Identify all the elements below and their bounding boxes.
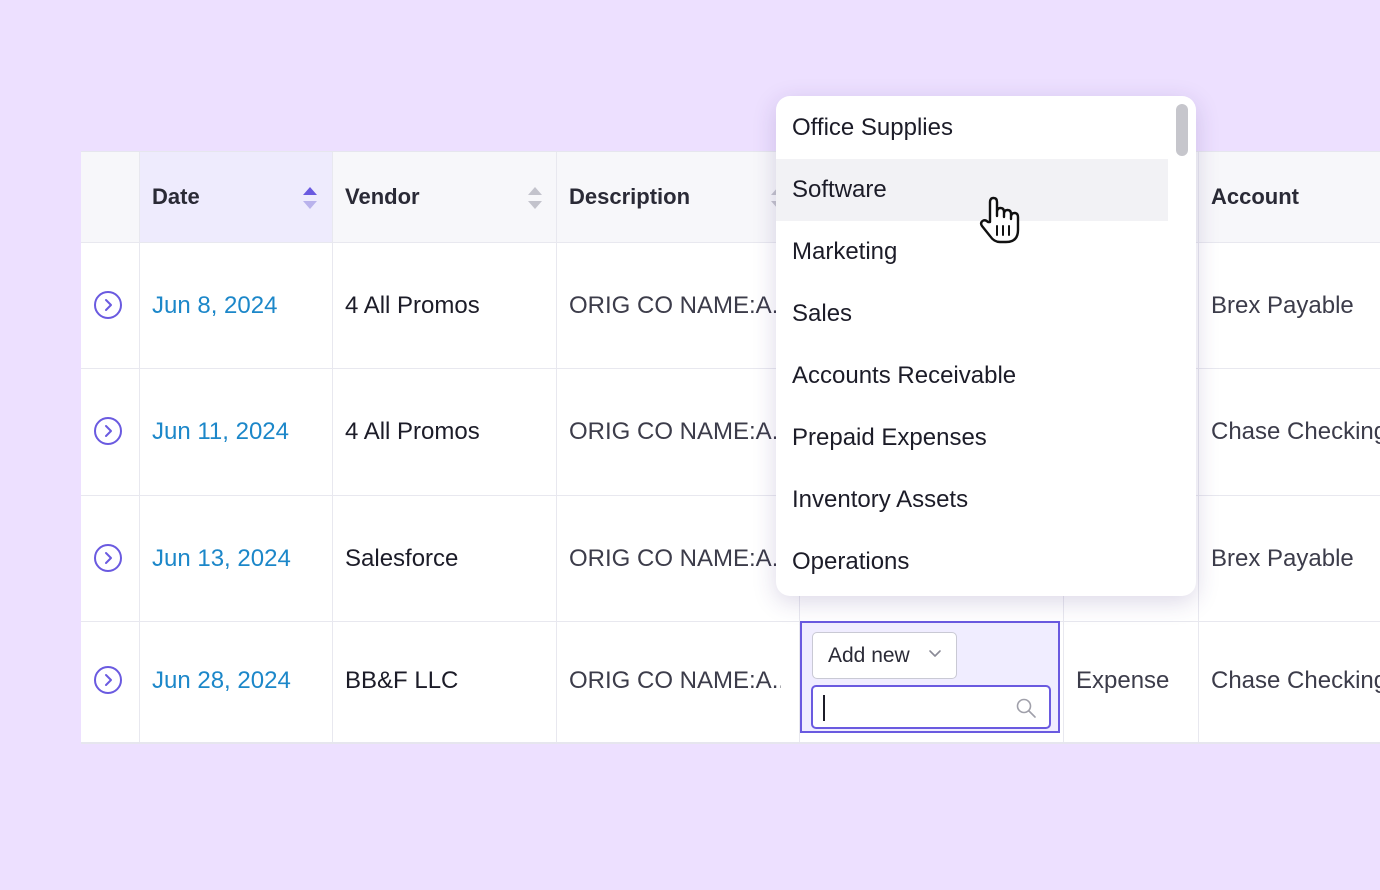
- row-date[interactable]: Jun 8, 2024: [152, 286, 277, 326]
- description-header-label: Description: [569, 184, 691, 209]
- row-description: ORIG CO NAME:A...: [569, 418, 781, 445]
- dropdown-pointer: [856, 595, 904, 617]
- category-dropdown[interactable]: Office Supplies Software Marketing Sales…: [776, 96, 1196, 596]
- row-description: ORIG CO NAME:A...: [569, 667, 781, 694]
- row-account[interactable]: Brex Payable: [1211, 286, 1380, 326]
- dropdown-option[interactable]: Sales: [776, 283, 1168, 345]
- category-search-input[interactable]: [821, 693, 1005, 723]
- row-type: Expense: [1076, 667, 1170, 694]
- vendor-column-header[interactable]: Vendor: [345, 152, 420, 242]
- row-account[interactable]: Brex Payable: [1211, 539, 1380, 579]
- account-column-header[interactable]: Account: [1211, 152, 1299, 242]
- row-account[interactable]: Chase Checking: [1211, 412, 1380, 452]
- dropdown-option[interactable]: Accounts Receivable: [776, 345, 1168, 407]
- row-date[interactable]: Jun 11, 2024: [152, 412, 289, 452]
- description-column-header[interactable]: Description: [569, 152, 690, 242]
- row-date[interactable]: Jun 13, 2024: [152, 539, 291, 579]
- add-new-label: Add new: [828, 643, 910, 667]
- row-date[interactable]: Jun 28, 2024: [152, 661, 291, 701]
- dropdown-option[interactable]: Operations: [776, 531, 1168, 593]
- add-new-button[interactable]: Add new: [812, 632, 957, 679]
- category-search-field[interactable]: [811, 685, 1051, 729]
- dropdown-option[interactable]: Office Supplies: [776, 97, 1168, 159]
- dropdown-scrollbar[interactable]: [1176, 104, 1188, 156]
- expand-row-icon[interactable]: [94, 544, 122, 572]
- chevron-down-icon: [929, 650, 941, 657]
- account-header-label: Account: [1211, 184, 1299, 209]
- row-vendor: 4 All Promos: [345, 292, 480, 319]
- dropdown-option[interactable]: Inventory Assets: [776, 469, 1168, 531]
- expand-row-icon[interactable]: [94, 291, 122, 319]
- row-vendor: Salesforce: [345, 545, 459, 572]
- row-description: ORIG CO NAME:A...: [569, 292, 781, 319]
- expand-row-icon[interactable]: [94, 666, 122, 694]
- search-icon: [1016, 698, 1036, 718]
- row-vendor: 4 All Promos: [345, 418, 480, 445]
- vendor-header-label: Vendor: [345, 184, 420, 209]
- hand-cursor-icon: [979, 196, 1020, 244]
- vendor-sort-icon[interactable]: [528, 187, 542, 209]
- date-sort-icon[interactable]: [303, 187, 317, 209]
- dropdown-option[interactable]: Prepaid Expenses: [776, 407, 1168, 469]
- date-column-header[interactable]: Date: [152, 152, 200, 242]
- row-account[interactable]: Chase Checking: [1211, 661, 1380, 701]
- date-header-label: Date: [152, 184, 200, 209]
- row-description: ORIG CO NAME:A...: [569, 545, 781, 572]
- text-caret: [823, 695, 825, 721]
- row-vendor: BB&F LLC: [345, 667, 459, 694]
- category-edit-cell[interactable]: Add new: [800, 621, 1060, 733]
- expand-row-icon[interactable]: [94, 417, 122, 445]
